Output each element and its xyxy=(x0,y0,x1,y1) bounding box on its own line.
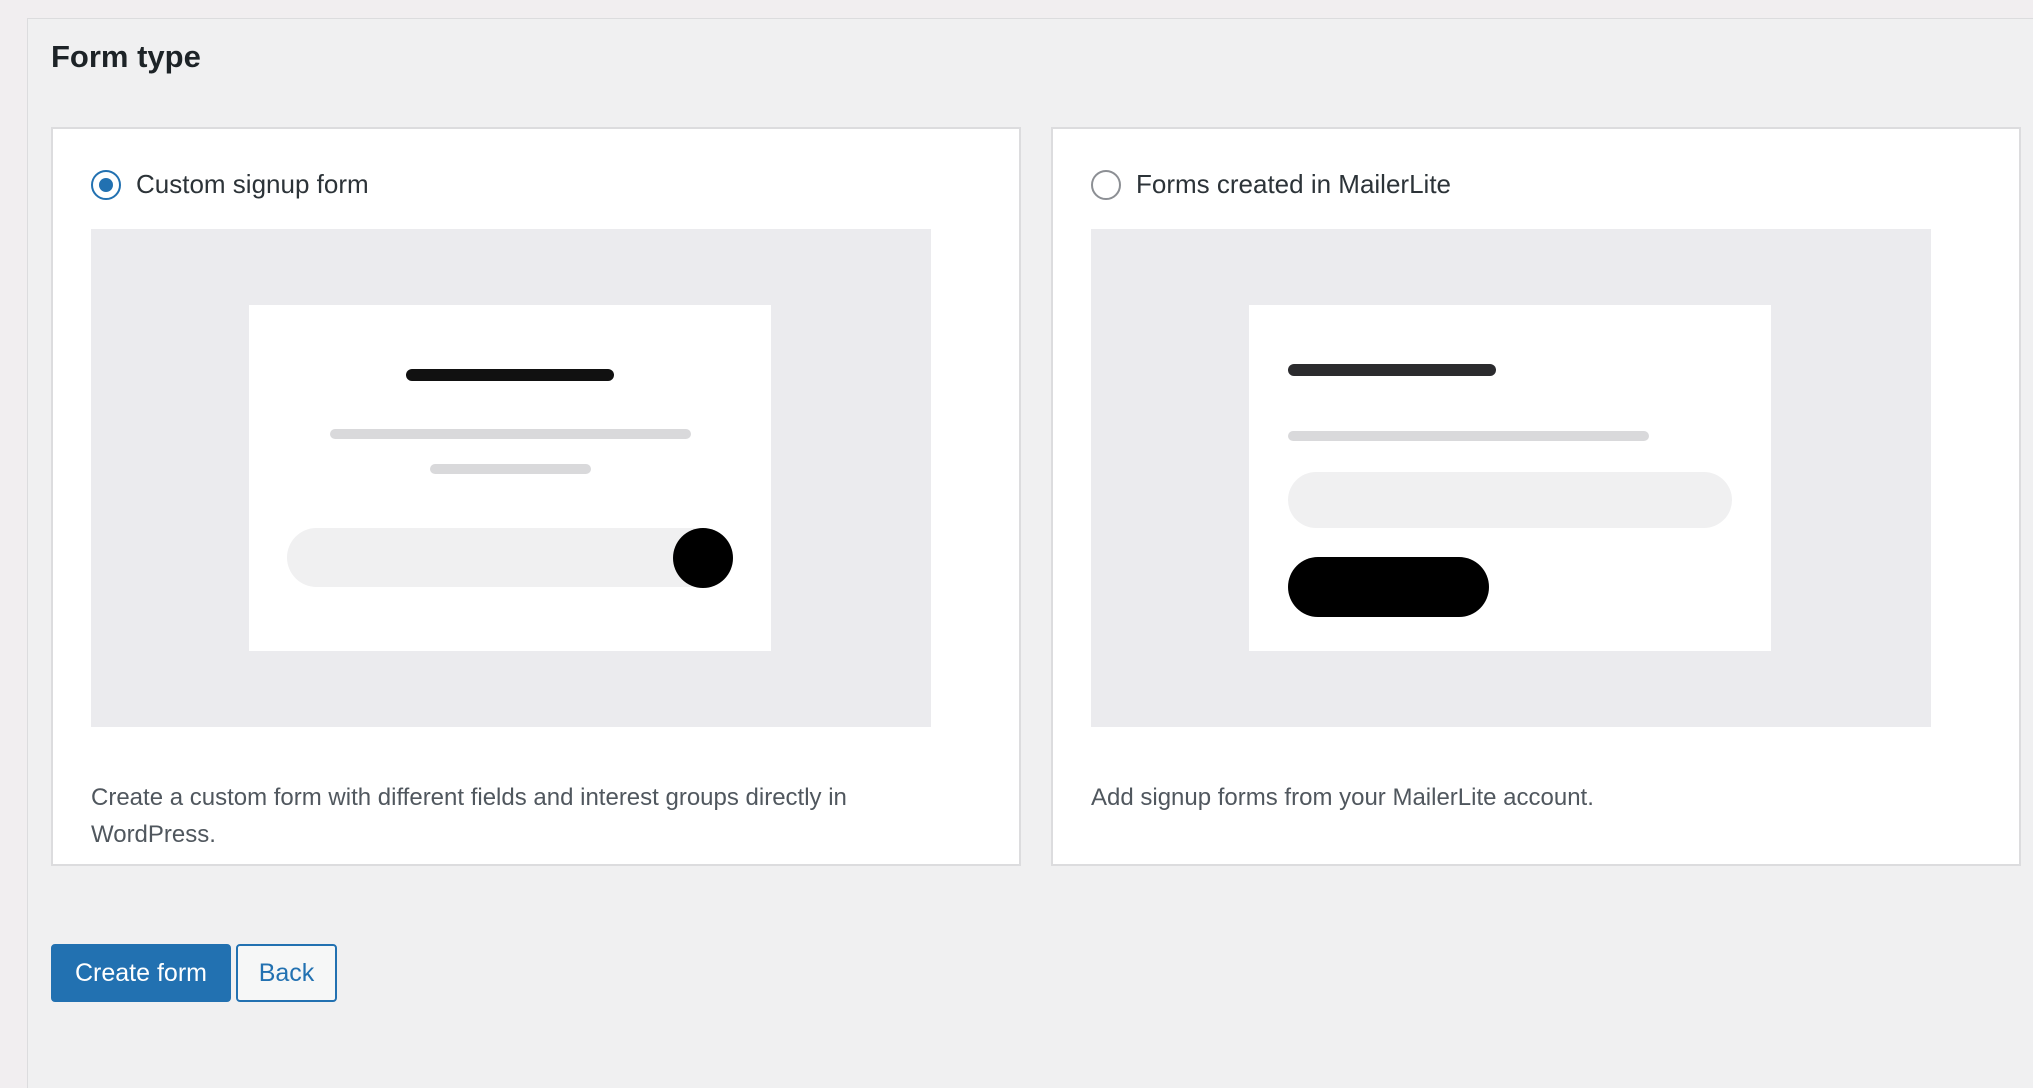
mailerlite-label: Forms created in MailerLite xyxy=(1136,169,1451,199)
form-type-panel: Form type Custom signup form Create a cu… xyxy=(27,18,2033,1088)
preview-submit-button xyxy=(1288,557,1489,617)
custom-signup-description: Create a custom form with different fiel… xyxy=(91,784,847,848)
preview-title-line xyxy=(1288,364,1496,376)
custom-signup-radio[interactable] xyxy=(91,169,121,200)
preview-form-card xyxy=(1249,305,1771,651)
option-card-custom-signup[interactable]: Custom signup form Create a custom form … xyxy=(51,127,1021,866)
custom-signup-radio-row[interactable]: Custom signup form xyxy=(91,169,369,200)
mailerlite-radio[interactable] xyxy=(1091,169,1121,200)
preview-input-field xyxy=(1288,472,1732,528)
mailerlite-form-preview-illustration xyxy=(1091,229,1931,727)
option-card-mailerlite-forms[interactable]: Forms created in MailerLite Add signup f… xyxy=(1051,127,2021,866)
radio-checked-dot xyxy=(99,177,113,192)
custom-signup-label: Custom signup form xyxy=(136,169,369,199)
preview-input-field xyxy=(287,528,732,587)
page-title: Form type xyxy=(51,39,201,74)
back-button[interactable]: Back xyxy=(236,944,337,1002)
preview-text-line xyxy=(430,464,591,474)
preview-submit-circle xyxy=(673,528,733,588)
create-form-button[interactable]: Create form xyxy=(51,944,231,1002)
custom-form-preview-illustration xyxy=(91,229,931,727)
preview-text-line xyxy=(330,429,691,439)
preview-text-line xyxy=(1288,431,1649,441)
preview-form-card xyxy=(249,305,771,651)
mailerlite-radio-row[interactable]: Forms created in MailerLite xyxy=(1091,169,1451,200)
mailerlite-description: Add signup forms from your MailerLite ac… xyxy=(1091,784,1594,811)
preview-title-line xyxy=(406,369,614,381)
